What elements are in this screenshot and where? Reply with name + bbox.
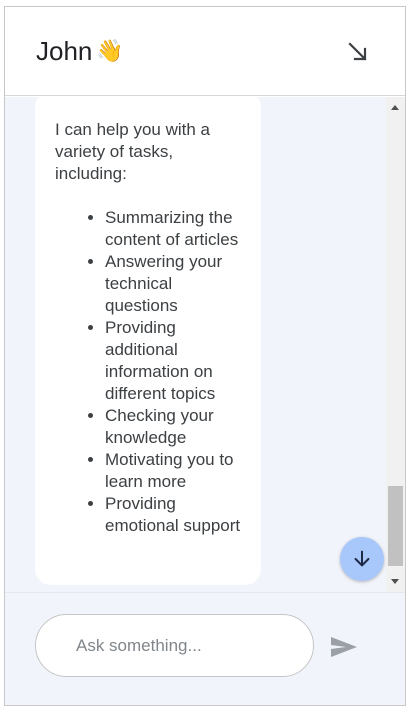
list-item: Providing emotional support <box>105 493 243 537</box>
list-item: Checking your knowledge <box>105 405 243 449</box>
chat-widget: John 👋 I can help you with a variety of … <box>4 6 406 706</box>
message-intro: I can help you with a variety of tasks, … <box>55 120 210 183</box>
list-item: Answering your technical questions <box>105 251 243 317</box>
scroll-to-bottom-button[interactable] <box>340 537 384 581</box>
composer <box>5 592 405 705</box>
ask-input[interactable] <box>35 614 314 677</box>
capability-list: Summarizing the content of articles Answ… <box>55 207 243 537</box>
chat-title: John 👋 <box>36 35 124 67</box>
send-icon <box>331 637 357 657</box>
contact-name: John <box>36 36 93 66</box>
scroll-down-arrow-icon[interactable] <box>391 579 399 584</box>
minimize-button[interactable] <box>341 35 375 69</box>
list-item: Summarizing the content of articles <box>105 207 243 251</box>
scroll-up-arrow-icon[interactable] <box>391 105 399 110</box>
chat-header: John 👋 <box>5 7 405 96</box>
scrollbar[interactable] <box>386 97 405 592</box>
list-item: Providing additional information on diff… <box>105 317 243 405</box>
send-button[interactable] <box>326 629 362 665</box>
scrollbar-thumb[interactable] <box>388 486 403 566</box>
wave-emoji: 👋 <box>96 38 124 63</box>
list-item: Motivating you to learn more <box>105 449 243 493</box>
arrow-down-right-icon <box>348 42 367 61</box>
arrow-down-icon <box>354 550 370 567</box>
assistant-message: I can help you with a variety of tasks, … <box>35 97 261 585</box>
message-list[interactable]: I can help you with a variety of tasks, … <box>5 97 405 592</box>
